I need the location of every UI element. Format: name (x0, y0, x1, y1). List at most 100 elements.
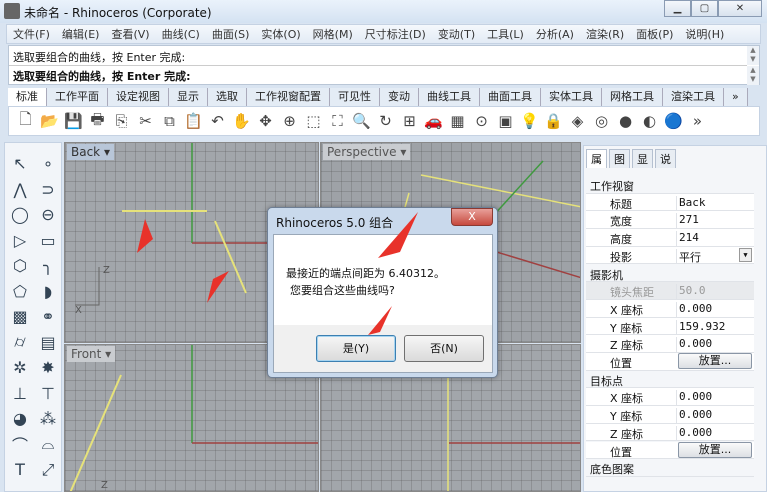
property-value[interactable]: 159.932 (676, 319, 754, 335)
tab[interactable]: 变动 (380, 88, 419, 106)
place-button[interactable]: 放置... (678, 353, 752, 369)
menu-item[interactable]: 面板(P) (630, 26, 679, 42)
sphere-ghost-icon[interactable]: ◐ (639, 111, 660, 132)
property-value[interactable]: 0.000 (676, 337, 754, 353)
menu-item[interactable]: 渲染(R) (580, 26, 630, 42)
zoom-extents-icon[interactable]: ⛶ (327, 111, 348, 132)
panel-tab[interactable]: 图 (609, 149, 630, 168)
text-icon[interactable]: T (7, 457, 33, 483)
grid-snap-icon[interactable]: ▦ (447, 111, 468, 132)
box-icon[interactable]: ▩ (7, 304, 33, 330)
undo-icon[interactable]: ↶ (207, 111, 228, 132)
prompt-scrollbar[interactable]: ▲ ▼ (747, 66, 759, 85)
section-header[interactable]: 工作视窗 (586, 176, 754, 194)
tab[interactable]: 工作视窗配置 (247, 88, 330, 106)
tab[interactable]: 渲染工具 (663, 88, 724, 106)
tab[interactable]: 标准 (8, 88, 47, 106)
four-viewports-icon[interactable]: ⊞ (399, 111, 420, 132)
sphere-shaded-icon[interactable]: ● (615, 111, 636, 132)
menu-item[interactable]: 编辑(E) (56, 26, 106, 42)
save-icon[interactable]: 💾 (63, 111, 84, 132)
menu-item[interactable]: 曲面(S) (206, 26, 256, 42)
pan-hand-icon[interactable]: ✋ (231, 111, 252, 132)
menu-item[interactable]: 文件(F) (7, 26, 56, 42)
history-scrollbar[interactable]: ▲ ▼ (747, 46, 759, 65)
rectangle-icon[interactable]: ▭ (35, 228, 61, 254)
menu-item[interactable]: 分析(A) (530, 26, 580, 42)
copy-icon[interactable]: ⧉ (159, 111, 180, 132)
command-prompt[interactable]: 选取要组合的曲线，按 Enter 完成: (13, 68, 191, 84)
puzzle-tools-icon[interactable]: ✲ (7, 355, 33, 381)
tab[interactable]: 工作平面 (47, 88, 108, 106)
command-area[interactable]: 选取要组合的曲线，按 Enter 完成: 选取要组合的曲线，按 Enter 完成… (8, 45, 760, 85)
more-icon[interactable]: » (687, 111, 708, 132)
tab[interactable]: 显示 (169, 88, 208, 106)
transform-icon[interactable]: ⤢ (35, 457, 61, 483)
sphere-render-icon[interactable]: 🔵 (663, 111, 684, 132)
tab[interactable]: 可见性 (330, 88, 380, 106)
cut-icon[interactable]: ✂ (135, 111, 156, 132)
property-value[interactable]: 0.000 (676, 390, 754, 406)
open-folder-icon[interactable]: 📂 (39, 111, 60, 132)
rotate-icon[interactable]: ↻ (375, 111, 396, 132)
print-icon[interactable]: 🖶 (87, 110, 108, 132)
property-value[interactable]: Back (676, 195, 754, 211)
close-button[interactable]: ✕ (718, 0, 762, 17)
menu-item[interactable]: 说明(H) (679, 26, 730, 42)
tab[interactable]: 曲线工具 (419, 88, 480, 106)
minimize-button[interactable]: ▁ (664, 0, 691, 17)
menu-item[interactable]: 实体(O) (255, 26, 306, 42)
boolean-union-icon[interactable]: ◕ (7, 406, 33, 432)
dropdown-arrow-icon[interactable]: ▼ (739, 247, 752, 262)
polyline-icon[interactable]: ⋀ (7, 177, 33, 203)
panel-tab[interactable]: 显 (632, 149, 653, 168)
menu-item[interactable]: 查看(V) (105, 26, 155, 42)
zoom-selected-icon[interactable]: 🔍 (351, 111, 372, 132)
surface-patch-icon[interactable]: ◗ (35, 279, 61, 305)
cylinder-icon[interactable]: ⌭ (7, 330, 33, 356)
split-icon[interactable]: ⊤ (35, 381, 61, 407)
property-value[interactable]: 214 (676, 231, 754, 247)
menu-item[interactable]: 曲线(C) (156, 26, 206, 42)
lock-icon[interactable]: 🔒 (543, 111, 564, 132)
offset-icon[interactable]: ⌓ (35, 432, 61, 458)
menu-item[interactable]: 网格(M) (307, 26, 359, 42)
polygon-center-icon[interactable]: ⬡ (7, 253, 33, 279)
menu-item[interactable]: 尺寸标注(D) (359, 26, 432, 42)
circle-point-icon[interactable]: ⊙ (471, 111, 492, 132)
import-icon[interactable]: ⎘ (111, 111, 132, 132)
curve-control-points-icon[interactable]: ⊃ (35, 177, 61, 203)
light-bulb-icon[interactable]: 💡 (519, 111, 540, 132)
viewport-title-perspective[interactable]: Perspective ▾ (323, 144, 411, 160)
panel-tab[interactable]: 属 (586, 149, 607, 168)
car-render-icon[interactable]: 🚗 (423, 111, 444, 132)
section-header[interactable]: 摄影机 (586, 264, 754, 283)
tab[interactable]: 曲面工具 (480, 88, 541, 106)
trim-icon[interactable]: ⊥ (7, 381, 33, 407)
arc-icon[interactable]: ⌒ (7, 432, 33, 458)
panel-tab[interactable]: 说 (655, 149, 676, 168)
zoom-in-icon[interactable]: ⊕ (279, 111, 300, 132)
surface-points-icon[interactable]: ⬠ (7, 279, 33, 305)
layer-icon[interactable]: ▣ (495, 111, 516, 132)
property-value[interactable]: 0.000 (676, 425, 754, 441)
tab[interactable]: » (724, 88, 748, 106)
tab[interactable]: 设定视图 (108, 88, 169, 106)
place-button[interactable]: 放置... (678, 441, 752, 458)
viewport-title-back[interactable]: Back ▾ (67, 144, 114, 160)
maximize-button[interactable]: ▢ (691, 0, 718, 17)
property-value[interactable]: 0.000 (676, 408, 754, 424)
new-file-icon[interactable]: 🗋 (15, 110, 36, 132)
tab[interactable]: 选取 (208, 88, 247, 106)
circle-icon[interactable]: ◯ (7, 202, 33, 228)
paste-icon[interactable]: 📋 (183, 111, 204, 132)
polygon-icon[interactable]: ▷ (7, 228, 33, 254)
section-header[interactable]: 底色图案 (586, 459, 754, 477)
ellipse-icon[interactable]: ⊖ (35, 202, 61, 228)
tab[interactable]: 网格工具 (602, 88, 663, 106)
property-value[interactable]: 271 (676, 213, 754, 229)
select-arrow-icon[interactable]: ↖ (7, 151, 33, 177)
rotate-view-icon[interactable]: ✥ (255, 111, 276, 132)
fillet-curve-icon[interactable]: ╮ (35, 253, 61, 279)
viewport-title-front[interactable]: Front ▾ (67, 346, 116, 362)
